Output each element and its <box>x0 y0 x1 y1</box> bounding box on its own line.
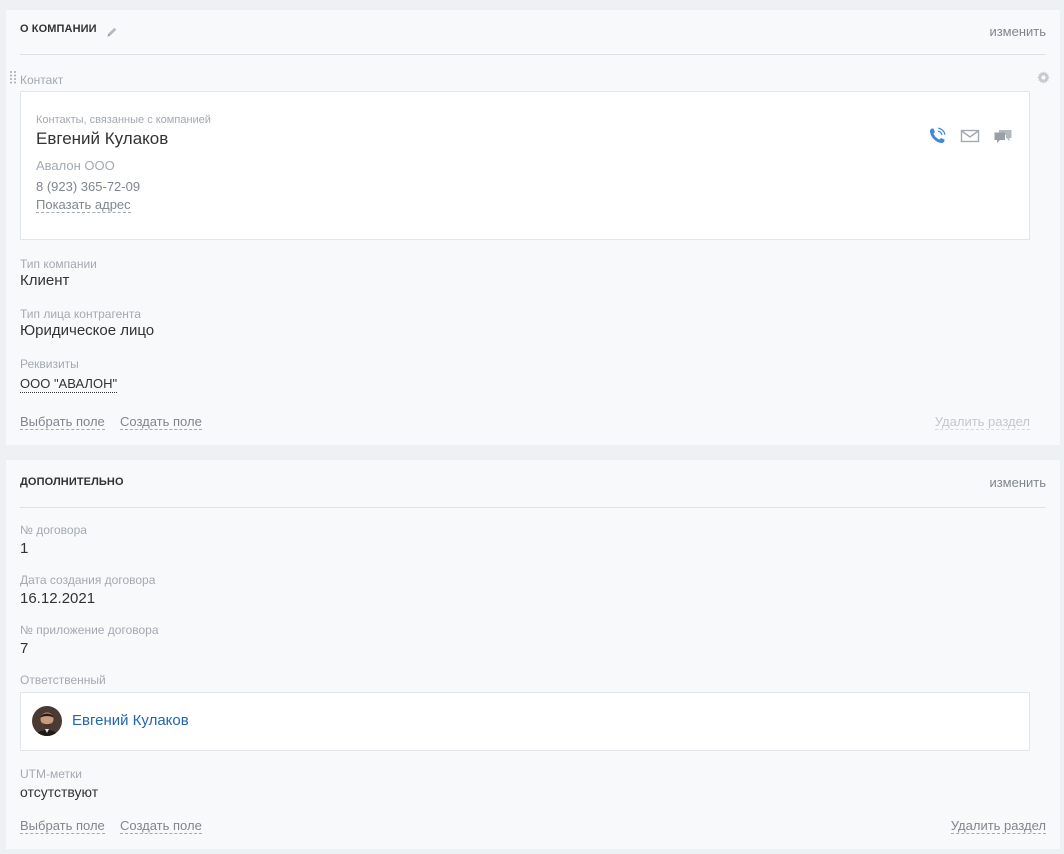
select-field-button[interactable]: Выбрать поле <box>20 414 105 430</box>
contact-company: Авалон ООО <box>36 158 115 173</box>
contract-date-value: 16.12.2021 <box>20 590 96 607</box>
section-title: ДОПОЛНИТЕЛЬНО <box>20 476 124 488</box>
utm-value: отсутствуют <box>20 784 99 800</box>
change-button[interactable]: изменить <box>989 24 1046 39</box>
gear-icon[interactable] <box>1037 71 1050 84</box>
company-type-value: Клиент <box>20 272 70 289</box>
requisites-link[interactable]: ООО "АВАЛОН" <box>20 376 118 393</box>
drag-handle-icon[interactable] <box>9 70 17 84</box>
change-button[interactable]: изменить <box>989 475 1046 490</box>
pencil-icon[interactable] <box>106 26 118 38</box>
chat-icon[interactable] <box>993 126 1013 146</box>
delete-section-button[interactable]: Удалить раздел <box>934 414 1030 430</box>
additional-section-header: ДОПОЛНИТЕЛЬНО изменить <box>20 460 1046 508</box>
company-section: О КОМПАНИИ изменить Контакт Контакты, св… <box>6 10 1060 445</box>
contact-field-label: Контакт <box>20 73 64 87</box>
responsible-card: Евгений Кулаков <box>20 692 1030 751</box>
select-field-button[interactable]: Выбрать поле <box>20 818 105 834</box>
delete-section-button[interactable]: Удалить раздел <box>950 818 1046 834</box>
additional-section: ДОПОЛНИТЕЛЬНО изменить № договора 1 Дата… <box>6 460 1060 849</box>
company-type-label: Тип компании <box>20 257 97 271</box>
contract-appendix-value: 7 <box>20 640 29 657</box>
requisites-label: Реквизиты <box>20 357 79 371</box>
contract-appendix-label: № приложение договора <box>20 623 159 637</box>
create-field-button[interactable]: Создать поле <box>120 818 202 834</box>
mail-icon[interactable] <box>960 126 980 146</box>
contract-number-value: 1 <box>20 540 29 557</box>
show-address-link[interactable]: Показать адрес <box>36 197 131 213</box>
entity-type-label: Тип лица контрагента <box>20 307 141 321</box>
contact-actions <box>927 126 1013 146</box>
responsible-label: Ответственный <box>20 673 106 687</box>
entity-type-value: Юридическое лицо <box>20 322 155 339</box>
contact-card: Контакты, связанные с компанией Евгений … <box>20 91 1030 240</box>
section-title: О КОМПАНИИ <box>20 23 97 35</box>
create-field-button[interactable]: Создать поле <box>120 414 202 430</box>
contract-number-label: № договора <box>20 523 87 537</box>
contact-name: Евгений Кулаков <box>36 129 169 148</box>
contact-card-label: Контакты, связанные с компанией <box>36 114 211 126</box>
contact-phone: 8 (923) 365-72-09 <box>36 179 141 194</box>
phone-icon[interactable] <box>927 126 947 146</box>
contract-date-label: Дата создания договора <box>20 573 156 587</box>
company-section-header: О КОМПАНИИ изменить <box>20 10 1046 55</box>
avatar[interactable] <box>32 706 62 736</box>
utm-label: UTM-метки <box>20 767 82 781</box>
responsible-name-link[interactable]: Евгений Кулаков <box>72 712 189 729</box>
